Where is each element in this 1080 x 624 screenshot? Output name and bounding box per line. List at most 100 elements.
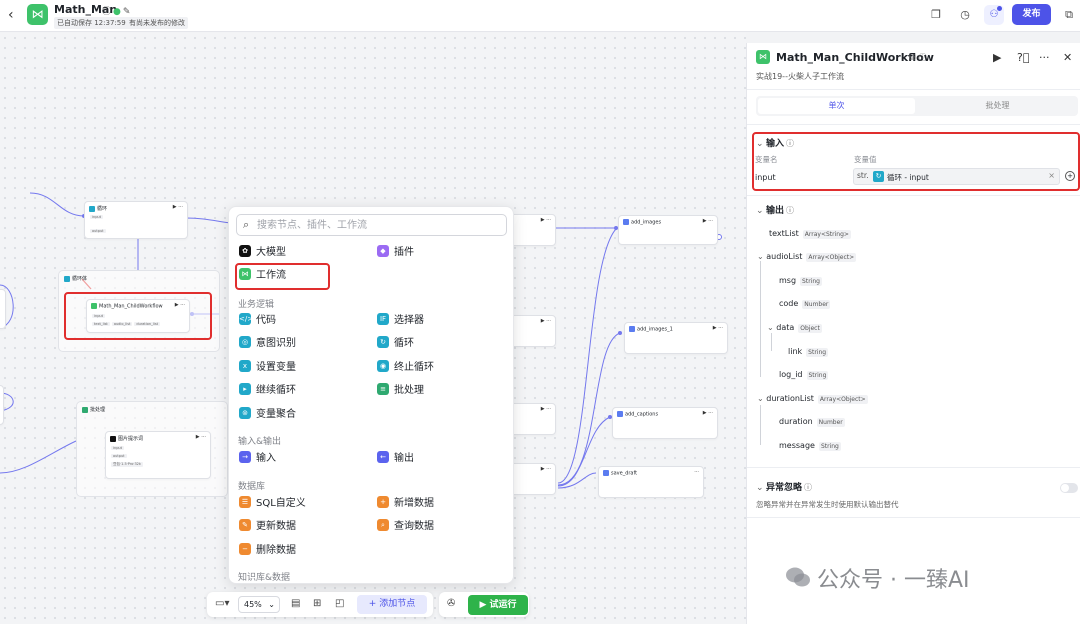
- add-images-1-node[interactable]: add_images_1 ▶ ···: [624, 322, 728, 354]
- more-icon[interactable]: ···: [1039, 51, 1050, 64]
- notification-dot: [997, 6, 1002, 11]
- chevron-down-icon: ⌄: [756, 206, 764, 216]
- error-ignore-toggle[interactable]: [1060, 483, 1078, 493]
- publish-button[interactable]: 发布: [1012, 4, 1051, 25]
- menu-item-selector[interactable]: IF 选择器: [377, 312, 424, 330]
- edit-icon[interactable]: ✎: [123, 7, 133, 17]
- output-data[interactable]: ⌄ data Object: [767, 323, 822, 333]
- plugin-icon: [617, 411, 623, 417]
- node-controls[interactable]: ▶ ···: [703, 218, 713, 224]
- menu-item-loop[interactable]: ↻ 循环: [377, 335, 414, 353]
- output-duration: duration Number: [779, 417, 845, 427]
- add-captions-node[interactable]: add_captions ▶ ···: [612, 407, 718, 439]
- node-controls[interactable]: ▶ ···: [703, 410, 713, 416]
- layout-icon[interactable]: ⊞: [313, 598, 321, 609]
- error-description: 忽略异常并在异常发生时使用默认输出替代: [756, 500, 899, 509]
- info-icon[interactable]: ⓘ: [919, 53, 930, 62]
- continue-loop-icon: ▸: [239, 383, 251, 395]
- title-status-icons: ⓘ●✎: [102, 4, 132, 17]
- info-icon[interactable]: ⓘ: [786, 206, 794, 215]
- loop-node[interactable]: 循环 ▶ ··· input output: [84, 201, 188, 239]
- node-title: 循环: [97, 206, 108, 212]
- menu-item-code[interactable]: </> 代码: [239, 312, 276, 330]
- output-audioList[interactable]: ⌄ audioList Array<Object>: [757, 252, 857, 262]
- workflow-highlight: [235, 263, 330, 290]
- comment-icon[interactable]: ▤: [291, 598, 300, 609]
- node-controls[interactable]: ▶ ···: [196, 434, 206, 440]
- node-title: add_images_1: [637, 326, 673, 333]
- back-chevron-icon[interactable]: ‹: [8, 8, 20, 22]
- info-icon[interactable]: ⓘ: [102, 7, 113, 17]
- note-icon[interactable]: ◰: [335, 598, 344, 609]
- info-icon[interactable]: ⓘ: [804, 483, 812, 492]
- run-icon[interactable]: ▶: [993, 51, 1001, 64]
- collaborator-button[interactable]: ⚇: [984, 5, 1004, 25]
- menu-item-continue[interactable]: ▸ 继续循环: [239, 382, 296, 400]
- plugin-icon: ◆: [377, 245, 389, 257]
- node-search-input[interactable]: [257, 218, 497, 232]
- output-durationList[interactable]: ⌄ durationList Array<Object>: [757, 394, 868, 404]
- minimap-icon[interactable]: ▭▾: [215, 598, 229, 609]
- group-title: 批处理: [90, 407, 106, 413]
- menu-item-llm[interactable]: ✿ 大模型: [239, 244, 286, 262]
- node-controls[interactable]: ▶ ···: [173, 204, 183, 210]
- top-bar: ‹ ⋈ Math_Man ⓘ●✎ 已自动保存 12:37:59 有尚未发布的修改…: [0, 0, 1080, 32]
- menu-item-batch[interactable]: ≡ 批处理: [377, 382, 424, 400]
- child-node-highlight: [64, 292, 212, 340]
- section-db: 数据库: [238, 482, 266, 492]
- menu-item-output[interactable]: ← 输出: [377, 450, 414, 468]
- node-controls[interactable]: ···: [694, 469, 699, 475]
- save-draft-node[interactable]: save_draft ···: [598, 466, 704, 498]
- database-icon: ☰: [239, 496, 251, 508]
- plugin-icon: [623, 219, 629, 225]
- menu-item-adddata[interactable]: + 新增数据: [377, 495, 434, 513]
- search-icon: ⌕: [243, 218, 250, 231]
- plugin-icon: [603, 470, 609, 476]
- output-msg: msg String: [779, 276, 822, 286]
- menu-item-sql[interactable]: ☰ SQL自定义: [239, 495, 306, 513]
- node-title: 图片提示词: [118, 436, 144, 442]
- close-icon[interactable]: ✕: [1063, 51, 1072, 64]
- menu-item-varagg[interactable]: ⊚ 变量聚合: [239, 406, 296, 424]
- debug-icon[interactable]: ✇: [447, 598, 455, 609]
- panel-subtitle: 实战19--火柴人子工作流: [756, 72, 844, 81]
- duplicate-icon[interactable]: ⧉: [1062, 8, 1076, 22]
- menu-item-plugin[interactable]: ◆ 插件: [377, 244, 414, 262]
- selector-icon: IF: [377, 313, 389, 325]
- menu-item-query[interactable]: ⌕ 查询数据: [377, 518, 434, 536]
- chevron-down-icon: ⌄: [268, 600, 275, 609]
- image-prompt-node[interactable]: 图片提示词 ▶ ··· input output 豆包·1.5·Pro·32k: [105, 431, 211, 479]
- output-log-id: log_id String: [779, 370, 829, 380]
- help-icon[interactable]: ?⃝: [1017, 51, 1029, 64]
- node-controls[interactable]: ▶ ···: [713, 325, 723, 331]
- trial-run-button[interactable]: ▶ 试运行: [468, 595, 528, 615]
- tab-single[interactable]: 单次: [758, 98, 915, 114]
- add-images-node[interactable]: add_images ▶ ···: [618, 215, 718, 245]
- menu-item-intent[interactable]: ◎ 意图识别: [239, 335, 296, 353]
- zoom-select[interactable]: 45% ⌄: [238, 596, 280, 613]
- history-icon[interactable]: ◷: [958, 8, 972, 22]
- output-link: link String: [788, 347, 829, 357]
- menu-item-stoploop[interactable]: ◉ 终止循环: [377, 359, 434, 377]
- output-section-header[interactable]: ⌄ 输出 ⓘ: [756, 203, 794, 216]
- error-section-header[interactable]: ⌄ 异常忽略 ⓘ: [756, 480, 812, 493]
- edge-node[interactable]: [0, 289, 6, 329]
- menu-item-update[interactable]: ✎ 更新数据: [239, 518, 296, 536]
- edge-node[interactable]: [0, 385, 4, 425]
- canvas-toolbar: ▭▾ 45% ⌄ ▤ ⊞ ◰ + 添加节点: [207, 592, 433, 617]
- section-io: 输入&输出: [238, 437, 282, 447]
- group-title: 循环体: [72, 276, 88, 282]
- tab-batch[interactable]: 批处理: [919, 98, 1076, 114]
- run-toolbar: ✇ ▶ 试运行: [439, 592, 529, 617]
- menu-item-input[interactable]: → 输入: [239, 450, 276, 468]
- plugin-icon: [629, 326, 635, 332]
- node-title: add_captions: [625, 411, 659, 418]
- query-data-icon: ⌕: [377, 519, 389, 531]
- copy-icon[interactable]: ❐: [929, 8, 943, 22]
- node-search[interactable]: ⌕: [236, 214, 507, 236]
- chevron-down-icon: ⌄: [767, 323, 777, 332]
- add-node-button[interactable]: + 添加节点: [357, 595, 427, 614]
- menu-item-delete[interactable]: − 删除数据: [239, 542, 296, 560]
- run-mode-tabs: 单次 批处理: [756, 96, 1078, 116]
- menu-item-setvar[interactable]: x 设置变量: [239, 359, 296, 377]
